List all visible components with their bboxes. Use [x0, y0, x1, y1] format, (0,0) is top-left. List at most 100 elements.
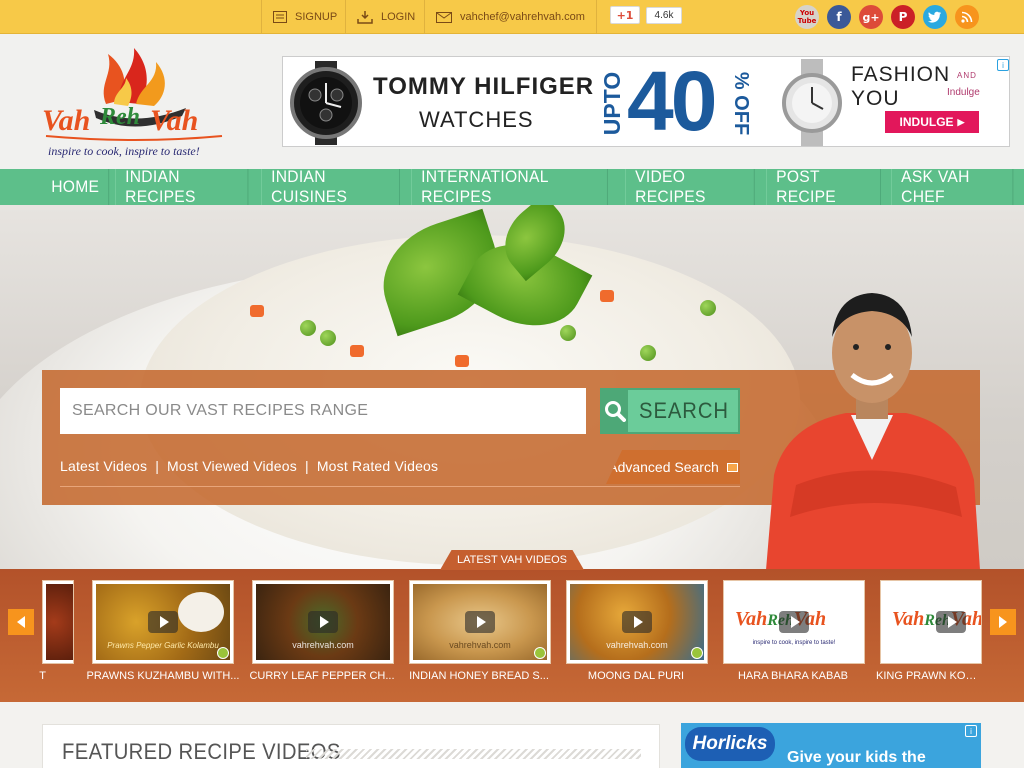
carousel-next-button[interactable]	[990, 609, 1016, 635]
download-icon	[357, 10, 373, 24]
carrot-image	[600, 290, 614, 302]
thumb-logo-word-1: Vah	[735, 608, 768, 630]
thumb-logo-word-1: Vah	[892, 608, 925, 630]
video-card[interactable]: VahRehVah	[880, 580, 982, 664]
play-arrow-icon: ▶	[957, 116, 965, 127]
video-card[interactable]: VahRehVah inspire to cook, inspire to ta…	[723, 580, 865, 664]
video-card[interactable]	[42, 580, 74, 664]
ad-brand-logo: Horlicks	[685, 727, 775, 761]
video-title[interactable]: KING PRAWN KORM...	[876, 670, 982, 682]
link-separator: |	[304, 458, 309, 474]
login-label: LOGIN	[381, 11, 416, 23]
gplus-label: +1	[616, 8, 634, 22]
ad-indulge-button[interactable]: INDULGE ▶	[885, 111, 979, 133]
most-rated-videos-link[interactable]: Most Rated Videos	[317, 458, 438, 474]
logo-word-2: Reh	[99, 104, 140, 130]
signup-label: SIGNUP	[295, 11, 338, 23]
nav-indian-cuisines[interactable]: INDIAN CUISINES	[260, 167, 400, 206]
ad-discount: 40	[627, 56, 717, 147]
ad-text: Give your kids the	[787, 749, 926, 766]
video-title[interactable]: INDIAN HONEY BREAD S...	[399, 670, 559, 682]
nav-ask-vah-chef[interactable]: ASK VAH CHEF	[890, 167, 1014, 206]
video-title[interactable]: HARA BHARA KABAB	[713, 670, 873, 682]
divider	[60, 486, 740, 487]
search-input[interactable]	[60, 388, 586, 434]
video-card[interactable]: vahrehvah.com	[252, 580, 394, 664]
email-link[interactable]: vahchef@vahrehvah.com	[424, 0, 597, 34]
google-plus-one-button[interactable]: +1	[610, 6, 640, 24]
play-icon	[148, 611, 178, 633]
arrow-left-icon	[17, 616, 25, 628]
search-button[interactable]: SEARCH	[600, 388, 740, 434]
login-link[interactable]: LOGIN	[345, 0, 426, 34]
nav-international-recipes[interactable]: INTERNATIONAL RECIPES	[411, 167, 609, 206]
thumb-logo-tagline: inspire to cook, inspire to taste!	[752, 640, 836, 646]
nav-home[interactable]: HOME	[42, 169, 110, 205]
rss-icon[interactable]	[955, 5, 979, 29]
logo-badge	[534, 647, 546, 659]
banner-ad[interactable]: TOMMY HILFIGER WATCHES UPTO 40 % OFF FAS…	[282, 56, 1010, 147]
video-title[interactable]: MOONG DAL PURI	[556, 670, 716, 682]
pea-image	[320, 330, 336, 346]
ad-brand: TOMMY HILFIGER	[373, 73, 595, 100]
logo-badge	[217, 647, 229, 659]
google-plus-icon[interactable]: g+	[859, 5, 883, 29]
mail-icon	[726, 462, 738, 472]
ad-percent: % OFF	[727, 65, 755, 141]
featured-videos-title: FEATURED RECIPE VIDEOS	[62, 739, 341, 764]
ad-product: WATCHES	[419, 107, 534, 132]
latest-videos-link[interactable]: Latest Videos	[60, 458, 147, 474]
advanced-search-button[interactable]: Advanced Search	[606, 450, 740, 484]
gplus-count: 4.6k	[646, 7, 682, 24]
most-viewed-videos-link[interactable]: Most Viewed Videos	[167, 458, 297, 474]
ad-partner: FASHION AND YOU	[851, 63, 1009, 111]
nav-video-recipes[interactable]: VIDEO RECIPES	[625, 167, 756, 206]
video-quick-links: Latest Videos | Most Viewed Videos | Mos…	[60, 458, 438, 474]
twitter-icon[interactable]	[923, 5, 947, 29]
adchoices-icon[interactable]: i	[965, 725, 977, 737]
adchoices-icon[interactable]: i	[997, 59, 1009, 71]
youtube-icon[interactable]: You Tube	[795, 5, 819, 29]
nav-post-recipe[interactable]: POST RECIPE	[766, 167, 881, 206]
watermark: vahrehvah.com	[292, 640, 354, 650]
watch-image	[290, 61, 362, 145]
signup-link[interactable]: SIGNUP	[261, 0, 348, 34]
side-ad[interactable]: Horlicks Give your kids the i	[681, 723, 981, 768]
arrow-right-icon	[999, 616, 1007, 628]
play-icon	[779, 611, 809, 633]
search-button-label: SEARCH	[639, 398, 730, 423]
thumb-caption: Prawns Pepper Garlic Kolambu	[107, 641, 219, 650]
video-card[interactable]: Prawns Pepper Garlic Kolambu	[92, 580, 234, 664]
video-title[interactable]: T	[0, 670, 46, 682]
facebook-icon[interactable]: f	[827, 5, 851, 29]
nav-indian-recipes[interactable]: INDIAN RECIPES	[115, 167, 249, 206]
watermark: vahrehvah.com	[449, 640, 511, 650]
email-label: vahchef@vahrehvah.com	[460, 11, 585, 23]
logo-word-3: Vah	[150, 104, 198, 137]
play-icon	[622, 611, 652, 633]
link-separator: |	[155, 458, 160, 474]
play-icon	[936, 611, 966, 633]
mail-icon	[436, 11, 452, 23]
pea-image	[300, 320, 316, 336]
logo-word-1: Vah	[42, 104, 90, 137]
video-title[interactable]: CURRY LEAF PEPPER CH...	[242, 670, 402, 682]
youtube-text: You Tube	[797, 9, 817, 25]
silver-watch-image	[782, 59, 842, 146]
ad-partner-fashion: FASHION	[851, 63, 951, 86]
main-nav: HOME INDIAN RECIPES INDIAN CUISINES INTE…	[0, 167, 1024, 206]
ad-partner-and: AND	[957, 70, 977, 80]
play-icon	[308, 611, 338, 633]
pinterest-icon[interactable]: P	[891, 5, 915, 29]
ad-upto: UPTO	[599, 65, 627, 141]
video-title[interactable]: PRAWNS KUZHAMBU WITH...	[83, 670, 243, 682]
ad-indulge-label: INDULGE	[899, 115, 954, 129]
carrot-image	[250, 305, 264, 317]
signup-icon	[273, 11, 287, 23]
ad-upto-text: UPTO	[599, 71, 626, 135]
video-card[interactable]: vahrehvah.com	[566, 580, 708, 664]
carousel-prev-button[interactable]	[8, 609, 34, 635]
video-card[interactable]: vahrehvah.com	[409, 580, 551, 664]
play-icon	[465, 611, 495, 633]
advanced-search-label: Advanced Search	[608, 459, 719, 475]
